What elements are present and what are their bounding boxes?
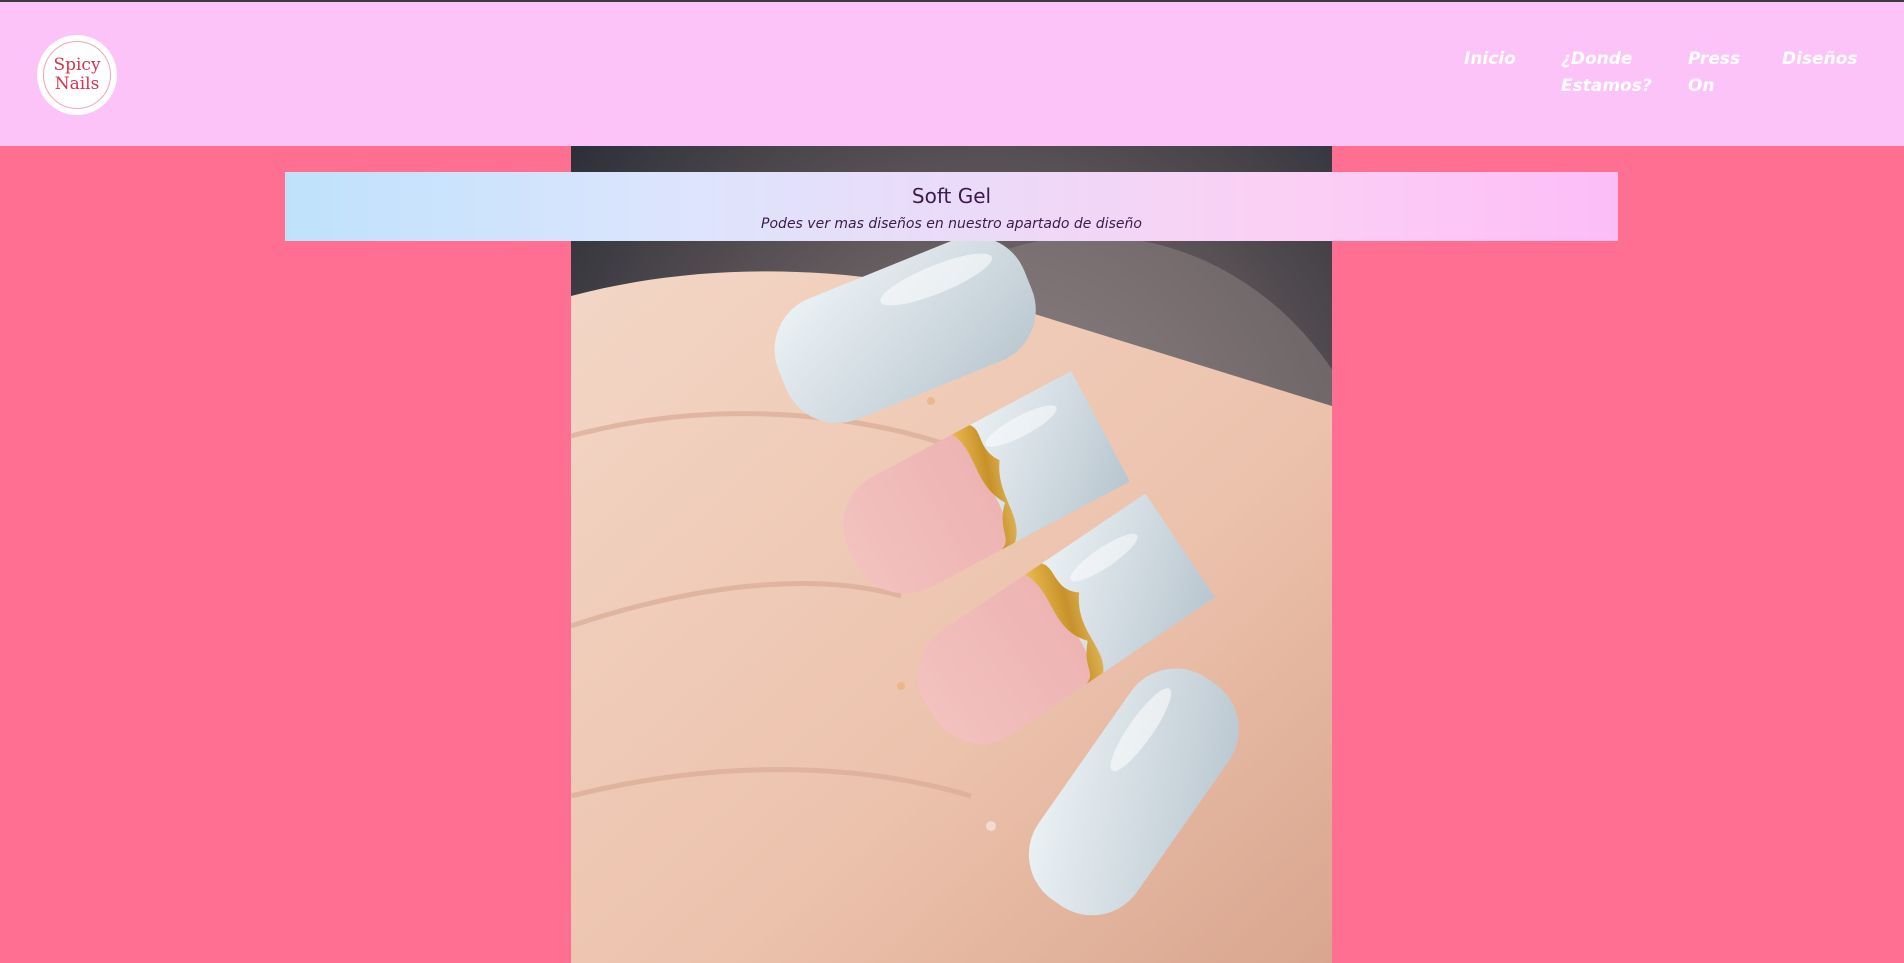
banner-subtitle: Podes ver mas diseños en nuestro apartad… (761, 216, 1142, 232)
banner-title: Soft Gel (911, 184, 992, 208)
nav-item-donde-estamos[interactable]: ¿Donde Estamos? (1561, 46, 1652, 100)
brand-logo[interactable]: Spicy Nails (37, 35, 117, 115)
nav-item-inicio[interactable]: Inicio (1464, 46, 1524, 73)
nail-photo (571, 146, 1332, 963)
logo-text: Spicy Nails (53, 55, 101, 94)
nav-item-press-on[interactable]: Press On (1688, 46, 1744, 100)
main-nav: Inicio ¿Donde Estamos? Press On Diseños (1460, 46, 1904, 106)
site-header: Spicy Nails Inicio ¿Donde Estamos? Press… (0, 2, 1904, 146)
nav-item-disenos[interactable]: Diseños (1782, 46, 1892, 73)
info-banner: Soft Gel Podes ver mas diseños en nuestr… (285, 172, 1618, 241)
